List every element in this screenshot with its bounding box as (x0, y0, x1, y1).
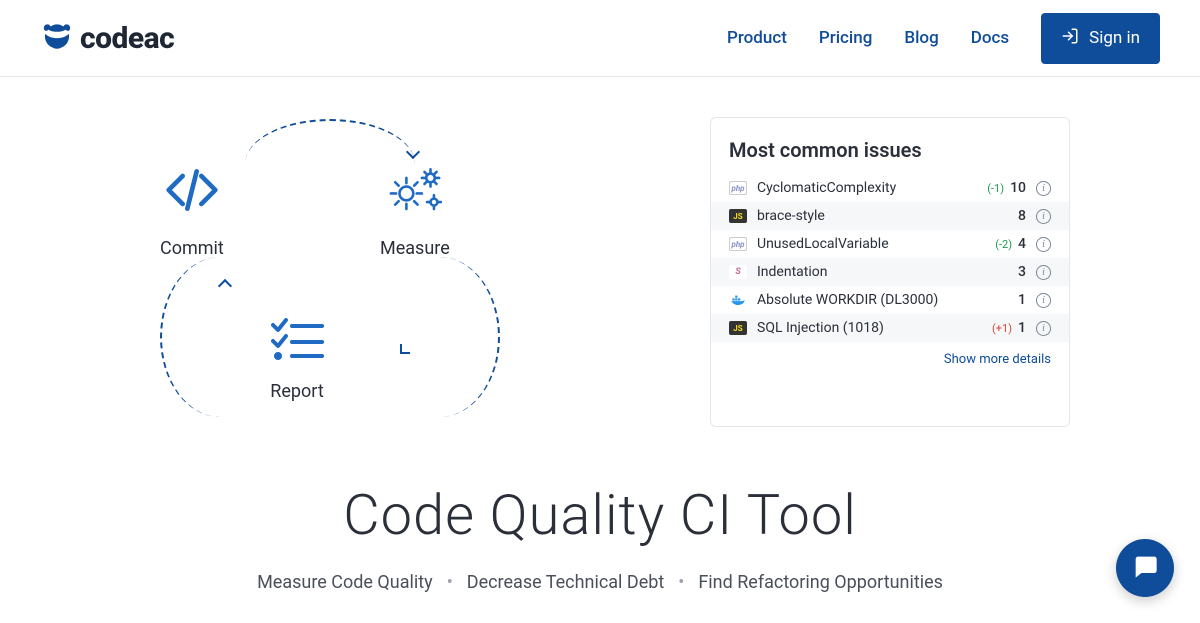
hero-subtitle: Measure Code Quality • Decrease Technica… (0, 572, 1200, 593)
issue-row[interactable]: JS SQL Injection (1018)(+1) 1i (711, 314, 1069, 342)
logo-bear-icon (40, 19, 74, 57)
info-icon[interactable]: i (1036, 265, 1051, 280)
issue-delta: (+1) (992, 322, 1012, 335)
issue-count: 10 (1010, 180, 1026, 196)
separator-dot: • (678, 572, 684, 593)
hero-sub-2: Find Refactoring Opportunities (698, 572, 943, 593)
logo-text: codeac (80, 21, 174, 56)
sign-in-label: Sign in (1089, 28, 1140, 48)
issue-delta: (-2) (995, 238, 1012, 251)
issue-name: Absolute WORKDIR (DL3000) (757, 292, 1018, 308)
cycle-node-measure: Measure (380, 162, 450, 259)
chat-button[interactable] (1116, 539, 1174, 597)
issue-count: 1 (1018, 320, 1026, 336)
issue-delta: (-1) (987, 182, 1004, 195)
js-icon: JS (729, 321, 747, 335)
issues-panel: Most common issues php CyclomaticComplexi… (710, 117, 1070, 427)
code-icon (164, 162, 220, 222)
arrow-icon (400, 344, 410, 354)
cycle-node-commit: Commit (160, 162, 224, 259)
nav-pricing[interactable]: Pricing (819, 28, 873, 48)
issue-row[interactable]: php UnusedLocalVariable(-2) 4i (711, 230, 1069, 258)
hero-sub-1: Decrease Technical Debt (467, 572, 664, 593)
issue-name: Indentation (757, 264, 1018, 280)
info-icon[interactable]: i (1036, 293, 1051, 308)
cycle-diagram: Commit Measure (130, 117, 470, 427)
issue-row[interactable]: S Indentation3i (711, 258, 1069, 286)
cycle-arc (380, 257, 500, 417)
info-icon[interactable]: i (1036, 181, 1051, 196)
issue-row[interactable]: JS brace-style8i (711, 202, 1069, 230)
issues-title: Most common issues (711, 138, 1069, 174)
nav: Product Pricing Blog Docs Sign in (727, 13, 1160, 64)
show-more-link[interactable]: Show more details (944, 352, 1051, 367)
nav-product[interactable]: Product (727, 28, 787, 48)
gears-icon (384, 162, 446, 222)
main: Commit Measure (0, 77, 1200, 427)
hero-sub-0: Measure Code Quality (257, 572, 433, 593)
issue-row[interactable]: Absolute WORKDIR (DL3000)1i (711, 286, 1069, 314)
php-icon: php (729, 181, 747, 195)
info-icon[interactable]: i (1036, 237, 1051, 252)
checklist-icon (270, 317, 324, 365)
info-icon[interactable]: i (1036, 321, 1051, 336)
issue-name: UnusedLocalVariable (757, 236, 995, 252)
issue-count: 3 (1018, 264, 1026, 280)
php-icon: php (729, 237, 747, 251)
cycle-report-label: Report (270, 381, 323, 402)
docker-icon (729, 293, 747, 307)
sign-in-button[interactable]: Sign in (1041, 13, 1160, 64)
js-icon: JS (729, 209, 747, 223)
header: codeac Product Pricing Blog Docs Sign in (0, 0, 1200, 77)
sass-icon: S (729, 265, 747, 279)
sign-in-icon (1061, 27, 1079, 50)
info-icon[interactable]: i (1036, 209, 1051, 224)
nav-docs[interactable]: Docs (971, 28, 1009, 48)
separator-dot: • (447, 572, 453, 593)
issue-name: brace-style (757, 208, 1018, 224)
cycle-measure-label: Measure (380, 238, 450, 259)
logo[interactable]: codeac (40, 19, 174, 57)
issue-name: SQL Injection (1018) (757, 320, 992, 336)
hero: Code Quality CI Tool Measure Code Qualit… (0, 482, 1200, 593)
cycle-arc (160, 257, 280, 417)
issue-name: CyclomaticComplexity (757, 180, 987, 196)
cycle-commit-label: Commit (160, 238, 224, 259)
cycle-node-report: Report (270, 317, 324, 402)
issue-count: 8 (1018, 208, 1026, 224)
issue-row[interactable]: php CyclomaticComplexity(-1) 10 i (711, 174, 1069, 202)
issues-list: php CyclomaticComplexity(-1) 10 i JS brace-st… (711, 174, 1069, 342)
issue-count: 4 (1018, 236, 1026, 252)
hero-title: Code Quality CI Tool (0, 482, 1200, 548)
chat-icon (1131, 552, 1159, 584)
issue-count: 1 (1018, 292, 1026, 308)
nav-blog[interactable]: Blog (904, 28, 938, 48)
